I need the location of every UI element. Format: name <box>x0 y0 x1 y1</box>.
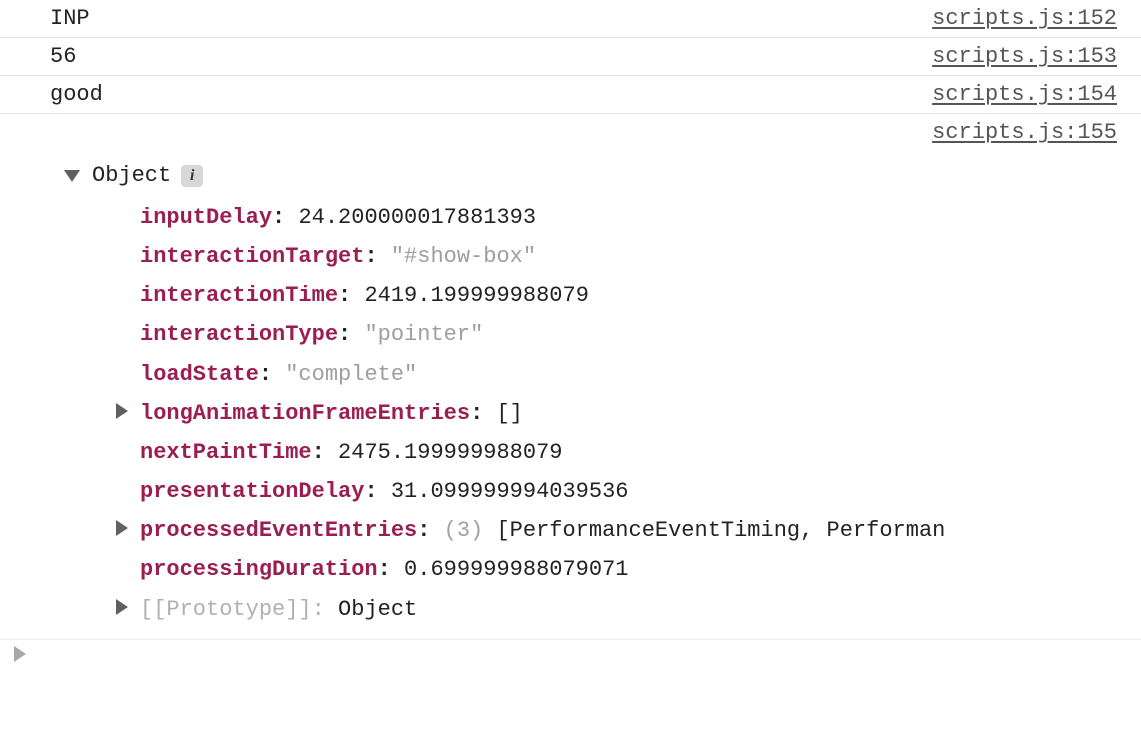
disclosure-triangle-open-icon[interactable] <box>64 170 80 182</box>
prop-value: 31.099999994039536 <box>391 479 629 504</box>
log-value: 56 <box>50 44 76 69</box>
info-icon[interactable]: i <box>181 165 203 187</box>
prop-value: 24.200000017881393 <box>298 205 536 230</box>
object-properties: inputDelay: 24.200000017881393 interacti… <box>50 188 1117 629</box>
prop-longAnimationFrameEntries[interactable]: longAnimationFrameEntries: [] <box>114 394 1117 433</box>
prop-processedEventEntries[interactable]: processedEventEntries: (3) [PerformanceE… <box>114 511 1117 550</box>
log-row: INP scripts.js:152 <box>0 0 1141 37</box>
prop-loadState: loadState: "complete" <box>114 355 1117 394</box>
prop-processingDuration: processingDuration: 0.699999988079071 <box>114 550 1117 589</box>
prop-value: [] <box>496 401 522 426</box>
object-label: Object <box>92 163 171 188</box>
prop-key: inputDelay <box>140 205 272 230</box>
prop-nextPaintTime: nextPaintTime: 2475.199999988079 <box>114 433 1117 472</box>
prop-key: longAnimationFrameEntries <box>140 401 470 426</box>
console-panel: INP scripts.js:152 56 scripts.js:153 goo… <box>0 0 1141 670</box>
prop-presentationDelay: presentationDelay: 31.099999994039536 <box>114 472 1117 511</box>
log-source-link[interactable]: scripts.js:154 <box>932 82 1117 107</box>
prop-value: 2419.199999988079 <box>364 283 588 308</box>
prop-key: interactionTime <box>140 283 338 308</box>
log-source-link[interactable]: scripts.js:155 <box>932 120 1117 145</box>
object-log-row: scripts.js:155 Object i inputDelay: 24.2… <box>0 113 1141 639</box>
prop-key: loadState <box>140 362 259 387</box>
disclosure-triangle-closed-icon[interactable] <box>116 403 128 419</box>
prop-key: interactionType <box>140 322 338 347</box>
prop-prototype[interactable]: [[Prototype]]: Object <box>114 590 1117 629</box>
prop-value: 2475.199999988079 <box>338 440 562 465</box>
prop-interactionType: interactionType: "pointer" <box>114 315 1117 354</box>
log-value: INP <box>50 6 90 31</box>
prop-key: processedEventEntries <box>140 518 417 543</box>
prop-key: [[Prototype]] <box>140 597 312 622</box>
prop-key: nextPaintTime <box>140 440 312 465</box>
disclosure-triangle-closed-icon[interactable] <box>116 520 128 536</box>
array-count: (3) <box>444 518 484 543</box>
prop-key: presentationDelay <box>140 479 364 504</box>
prop-interactionTarget: interactionTarget: "#show-box" <box>114 237 1117 276</box>
prop-value: "pointer" <box>364 322 483 347</box>
prop-value: 0.699999988079071 <box>404 557 628 582</box>
prop-value: "#show-box" <box>391 244 536 269</box>
prop-value: Object <box>338 597 417 622</box>
object-header[interactable]: Object i <box>50 163 1117 188</box>
prop-interactionTime: interactionTime: 2419.199999988079 <box>114 276 1117 315</box>
log-row: 56 scripts.js:153 <box>0 37 1141 75</box>
object-log-source: scripts.js:155 <box>50 120 1117 163</box>
log-source-link[interactable]: scripts.js:153 <box>932 44 1117 69</box>
prop-key: interactionTarget <box>140 244 364 269</box>
prop-value: "complete" <box>285 362 417 387</box>
prop-key: processingDuration <box>140 557 378 582</box>
log-source-link[interactable]: scripts.js:152 <box>932 6 1117 31</box>
log-value: good <box>50 82 103 107</box>
prop-inputDelay: inputDelay: 24.200000017881393 <box>114 198 1117 237</box>
chevron-right-icon <box>14 646 26 662</box>
log-row: good scripts.js:154 <box>0 75 1141 113</box>
disclosure-triangle-closed-icon[interactable] <box>116 599 128 615</box>
console-prompt[interactable] <box>0 639 1141 670</box>
prop-value: [PerformanceEventTiming, Performan <box>496 518 945 543</box>
